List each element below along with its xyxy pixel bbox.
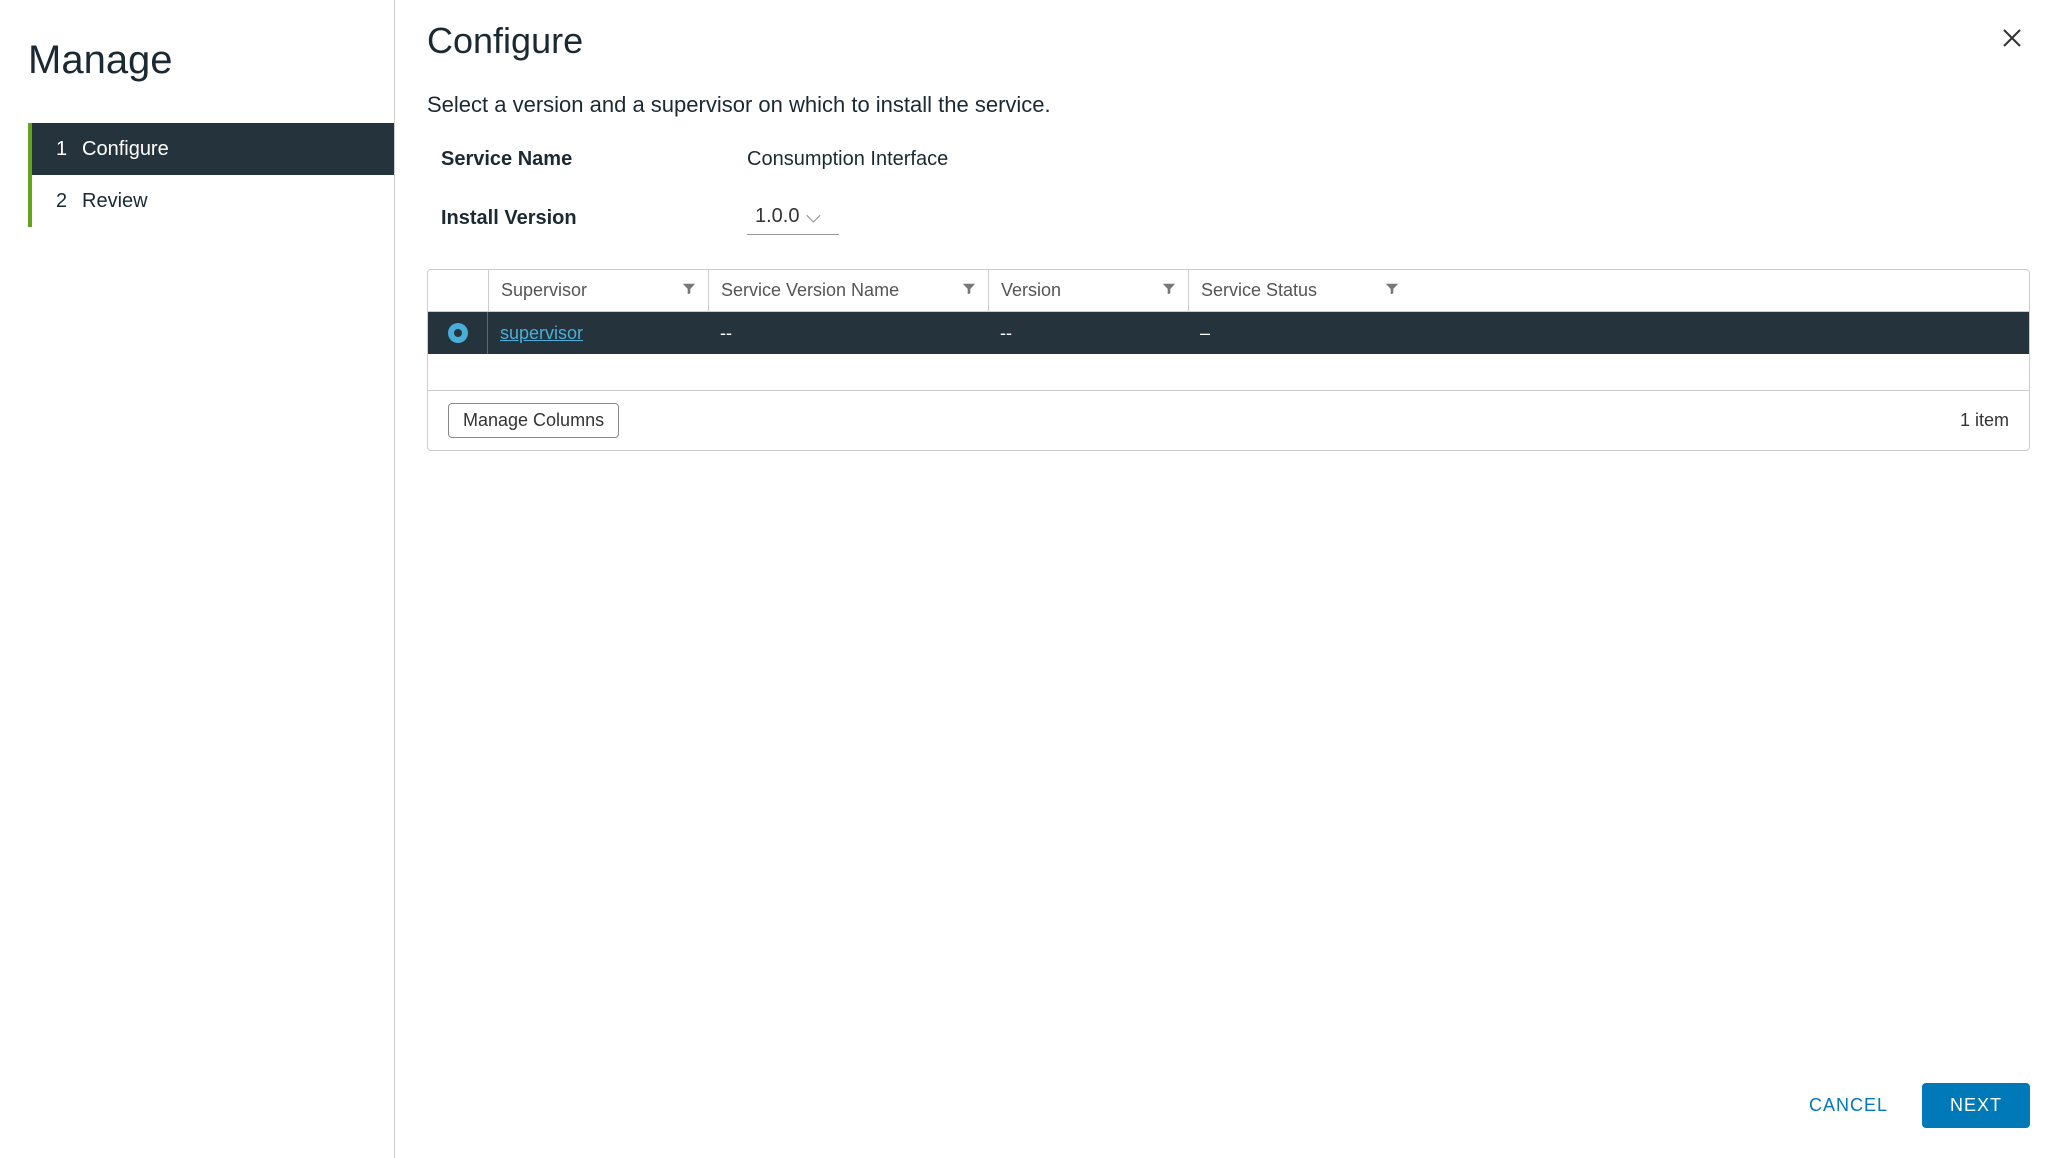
row-supervisor-cell: supervisor [488, 317, 708, 350]
install-version-select[interactable]: 1.0.0 [747, 201, 839, 235]
table-body: supervisor -- -- – [428, 312, 2029, 390]
table-row[interactable]: supervisor -- -- – [428, 312, 2029, 354]
table-header: Supervisor Service Version Name Version [428, 270, 2029, 312]
filter-icon[interactable] [962, 280, 976, 301]
radio-selected-icon [448, 323, 468, 343]
cancel-button[interactable]: CANCEL [1799, 1083, 1898, 1128]
service-name-row: Service Name Consumption Interface [427, 148, 2030, 171]
header-version[interactable]: Version [988, 270, 1188, 311]
chevron-down-icon [807, 208, 821, 222]
close-icon [2000, 38, 2024, 53]
row-version-cell: -- [988, 317, 1188, 350]
table-footer: Manage Columns 1 item [428, 390, 2029, 450]
service-name-value: Consumption Interface [747, 148, 948, 171]
supervisor-table: Supervisor Service Version Name Version [427, 269, 2030, 451]
step-configure[interactable]: 1 Configure [32, 123, 394, 175]
row-status-cell: – [1188, 317, 1411, 350]
page-title: Configure [427, 20, 583, 62]
header-service-status[interactable]: Service Status [1188, 270, 1411, 311]
header-supervisor[interactable]: Supervisor [488, 270, 708, 311]
filter-icon[interactable] [1385, 280, 1399, 301]
next-button[interactable]: NEXT [1922, 1083, 2030, 1128]
header-select [428, 270, 488, 311]
wizard-sidebar: Manage 1 Configure 2 Review [0, 0, 395, 1158]
install-version-row: Install Version 1.0.0 [427, 201, 2030, 235]
main-panel: Configure Select a version and a supervi… [395, 0, 2058, 1158]
close-button[interactable] [1994, 20, 2030, 59]
step-label: Review [82, 190, 148, 213]
filter-icon[interactable] [682, 280, 696, 301]
wizard-footer: CANCEL NEXT [1799, 1083, 2030, 1128]
header-supervisor-label: Supervisor [501, 280, 587, 301]
header-version-label: Version [1001, 280, 1061, 301]
item-count: 1 item [1960, 410, 2009, 431]
row-svn-cell: -- [708, 317, 988, 350]
filter-icon[interactable] [1162, 280, 1176, 301]
header-status-label: Service Status [1201, 280, 1317, 301]
sidebar-title: Manage [0, 18, 394, 123]
service-name-label: Service Name [427, 148, 747, 171]
step-number: 2 [56, 190, 82, 213]
step-list: 1 Configure 2 Review [28, 123, 394, 227]
row-radio-cell[interactable] [428, 312, 488, 354]
install-version-label: Install Version [427, 207, 747, 230]
step-number: 1 [56, 138, 82, 161]
page-description: Select a version and a supervisor on whi… [427, 92, 2030, 118]
supervisor-link[interactable]: supervisor [500, 323, 583, 343]
manage-columns-button[interactable]: Manage Columns [448, 403, 619, 438]
install-version-value: 1.0.0 [755, 205, 799, 228]
step-label: Configure [82, 138, 169, 161]
header-service-version-name[interactable]: Service Version Name [708, 270, 988, 311]
step-review[interactable]: 2 Review [32, 175, 394, 227]
header-svn-label: Service Version Name [721, 280, 899, 301]
